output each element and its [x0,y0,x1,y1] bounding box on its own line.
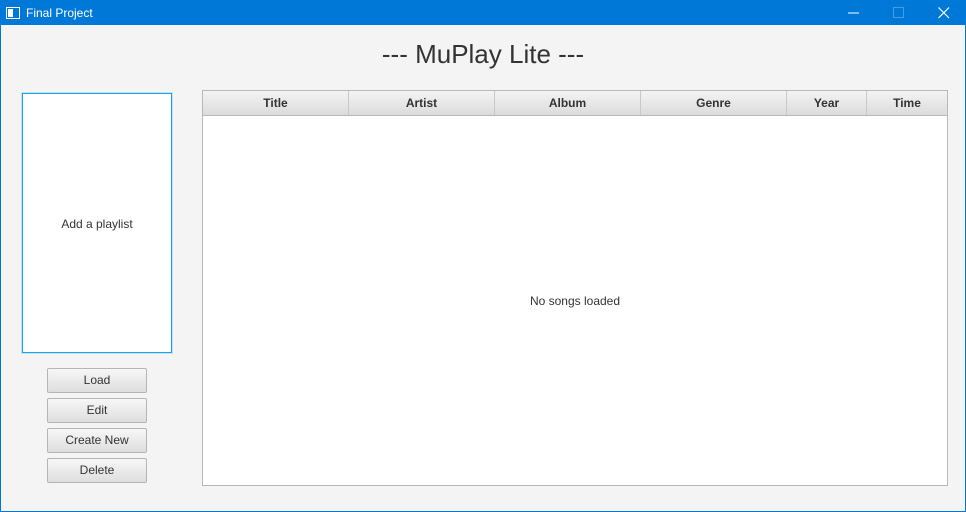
close-button[interactable] [921,1,966,25]
column-header-time[interactable]: Time [867,91,947,115]
window-title: Final Project [26,6,93,20]
playlist-placeholder: Add a playlist [61,217,133,231]
maximize-button[interactable] [876,1,922,25]
table-empty-message: No songs loaded [529,294,621,308]
column-header-album[interactable]: Album [495,91,641,115]
title-bar[interactable]: Final Project [1,1,965,25]
app-window: Final Project --- MuPlay Lite --- Add a … [0,0,966,512]
column-header-artist[interactable]: Artist [349,91,495,115]
column-header-year[interactable]: Year [787,91,867,115]
column-header-genre[interactable]: Genre [641,91,787,115]
songs-table[interactable]: Title Artist Album Genre Year Time No so… [202,90,948,486]
edit-button[interactable]: Edit [47,398,147,423]
close-icon [938,7,950,19]
create-new-button[interactable]: Create New [47,428,147,453]
delete-button[interactable]: Delete [47,458,147,483]
minimize-button[interactable] [831,1,877,25]
playlist-list[interactable]: Add a playlist [22,93,172,353]
app-heading: --- MuPlay Lite --- [381,39,585,69]
load-button[interactable]: Load [47,368,147,393]
minimize-icon [848,12,859,14]
window-icon [6,7,20,19]
table-header: Title Artist Album Genre Year Time [203,91,947,116]
column-header-title[interactable]: Title [203,91,349,115]
maximize-icon [893,7,904,18]
